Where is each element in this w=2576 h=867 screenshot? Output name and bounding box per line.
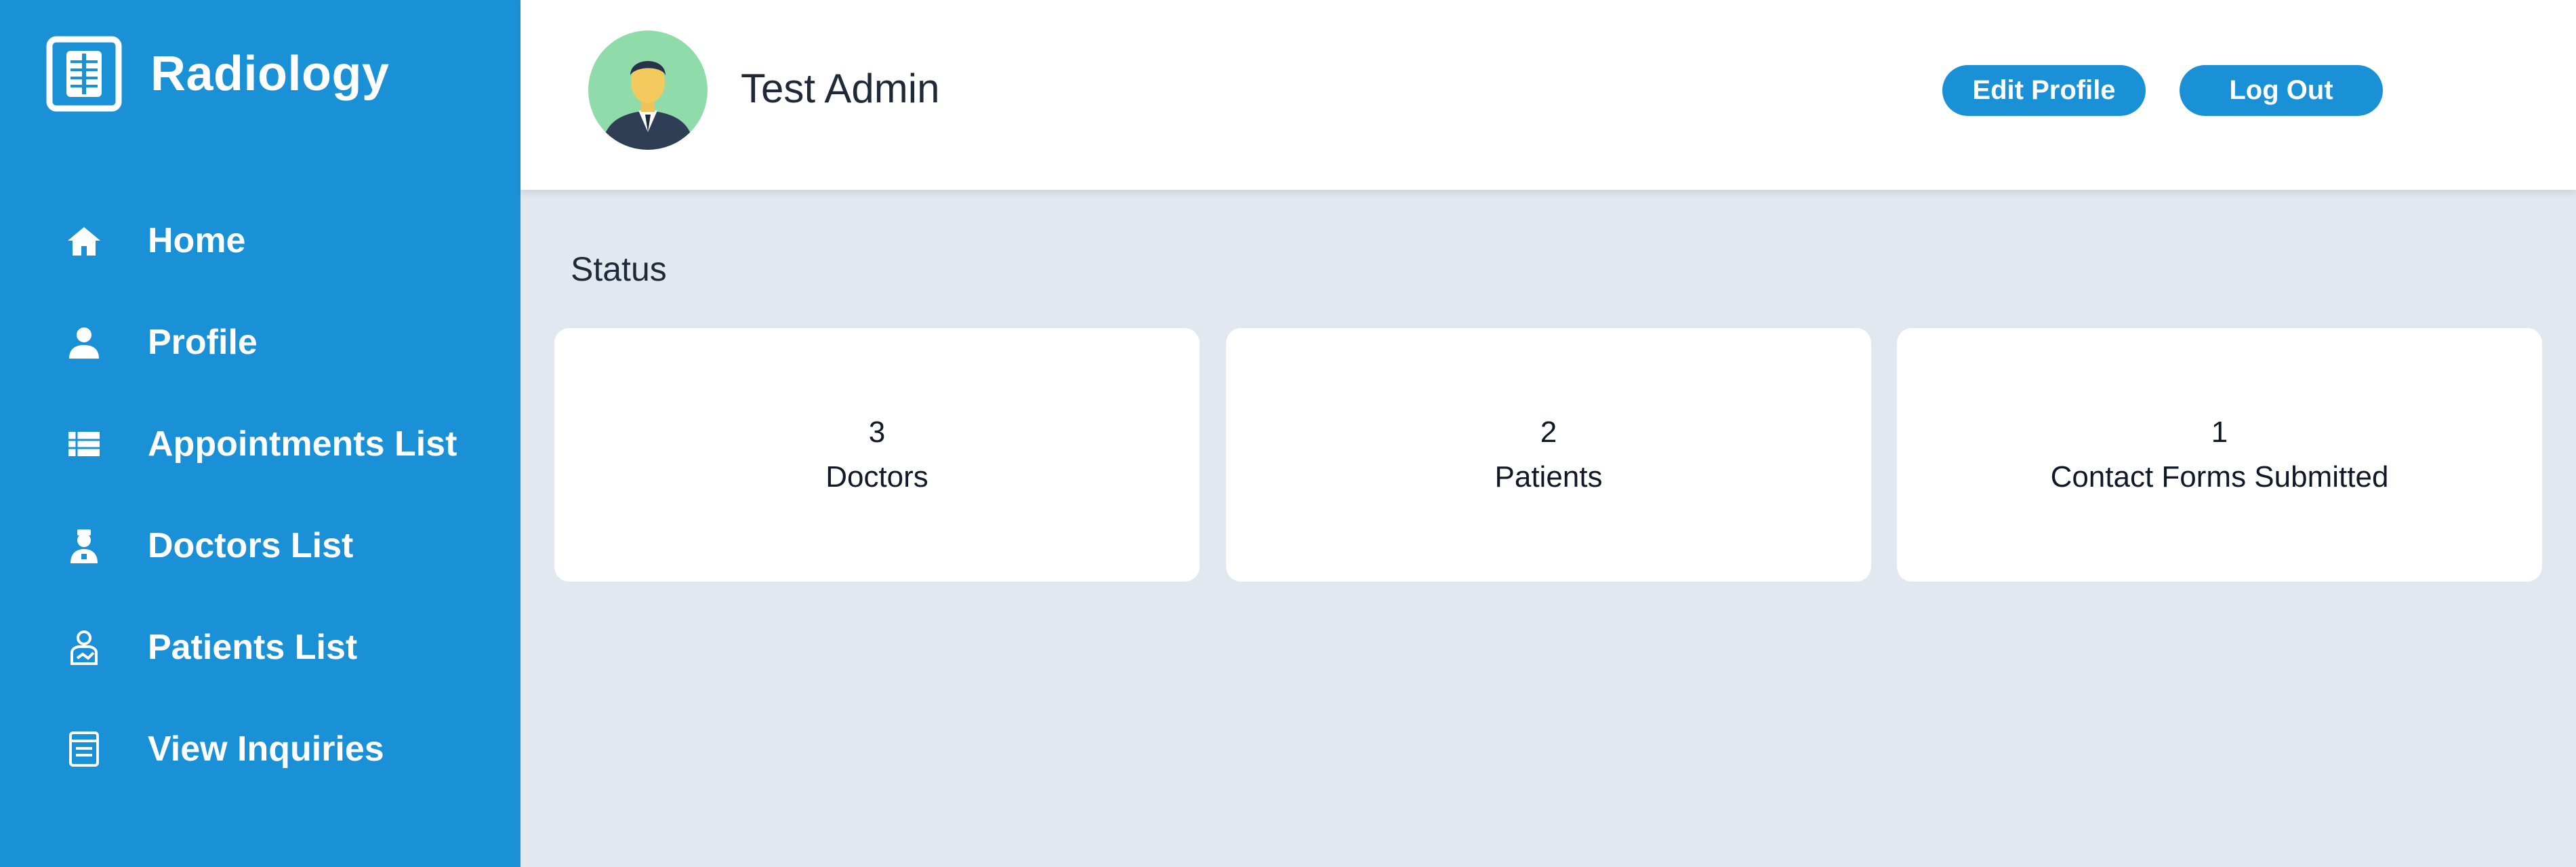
xray-logo-icon [46,36,122,112]
sidebar-item-profile[interactable]: Profile [0,291,520,393]
status-count: 3 [868,416,886,449]
doctor-icon [70,529,98,563]
sidebar-item-doctors[interactable]: Doctors List [0,495,520,597]
status-card-patients: 2 Patients [1226,328,1871,582]
sidebar-item-label: Appointments List [148,424,457,464]
sidebar-nav: Home Profile Appointments List Doctors L… [0,190,520,800]
brand[interactable]: Radiology [46,34,390,114]
sidebar-item-label: Profile [148,323,258,362]
list-icon [68,432,100,456]
avatar [588,31,708,150]
user-name: Test Admin [741,66,940,111]
status-label: Patients [1494,460,1603,493]
status-label: Doctors [825,460,928,493]
status-card-contact-forms: 1 Contact Forms Submitted [1897,328,2542,582]
sidebar-item-patients[interactable]: Patients List [0,597,520,698]
home-icon [68,227,100,256]
sidebar-item-appointments[interactable]: Appointments List [0,393,520,495]
patient-icon [70,630,98,665]
page-title: Status [571,250,667,288]
top-header: Test Admin Edit Profile Log Out [520,0,2576,190]
status-count: 1 [2211,416,2228,449]
sidebar-item-label: View Inquiries [148,729,384,769]
sidebar-item-home[interactable]: Home [0,190,520,291]
sidebar: Radiology Home Profile Appointments List [0,0,520,867]
edit-profile-button[interactable]: Edit Profile [1942,65,2146,116]
status-card-doctors: 3 Doctors [554,328,1200,582]
app-title: Radiology [150,47,390,101]
inquiry-icon [69,731,99,767]
user-icon [69,327,99,359]
sidebar-item-label: Doctors List [148,526,354,565]
sidebar-item-label: Patients List [148,628,358,667]
logout-button[interactable]: Log Out [2180,65,2383,116]
status-label: Contact Forms Submitted [2050,460,2389,493]
sidebar-item-inquiries[interactable]: View Inquiries [0,698,520,800]
sidebar-item-label: Home [148,221,246,260]
status-count: 2 [1540,416,1557,449]
